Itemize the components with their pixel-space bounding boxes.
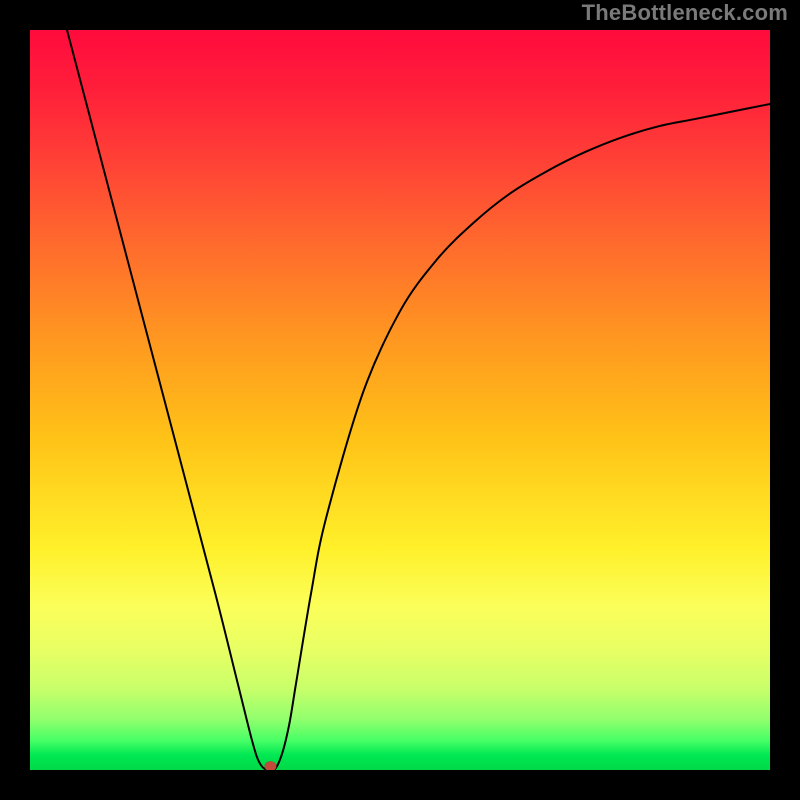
chart-frame: TheBottleneck.com bbox=[0, 0, 800, 800]
curve-layer bbox=[30, 30, 770, 770]
watermark-text: TheBottleneck.com bbox=[582, 0, 788, 26]
bottleneck-curve bbox=[67, 30, 770, 770]
plot-area bbox=[30, 30, 770, 770]
optimum-marker bbox=[265, 761, 277, 770]
